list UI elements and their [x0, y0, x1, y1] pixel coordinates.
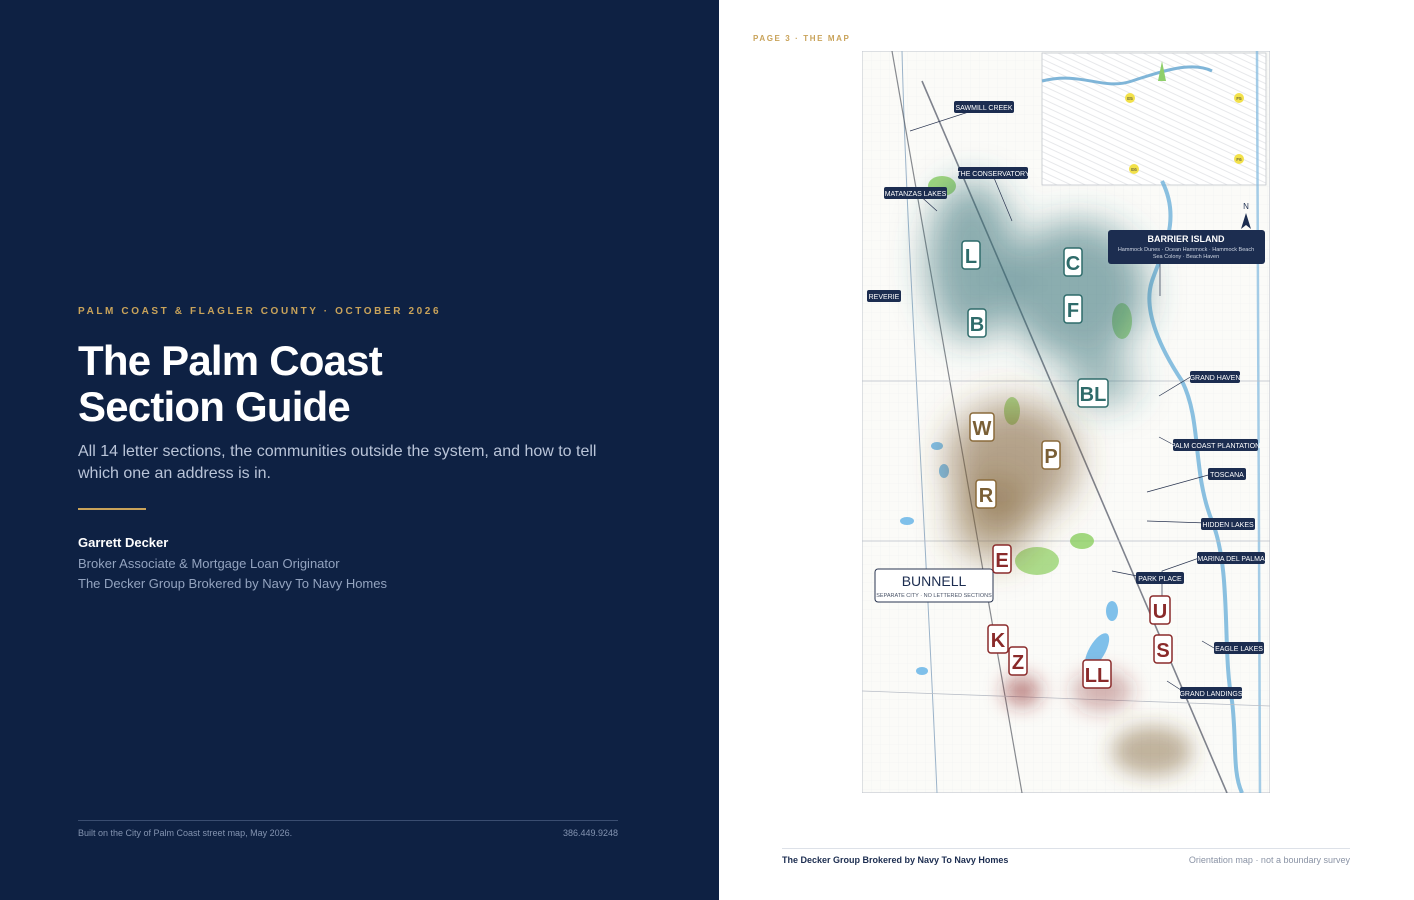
svg-text:F: F	[1067, 300, 1079, 322]
svg-text:U: U	[1153, 601, 1167, 623]
section-badge-l: L	[961, 240, 981, 270]
svg-text:P: P	[1044, 446, 1057, 468]
svg-text:Z: Z	[1012, 652, 1024, 674]
section-badge-b: B	[967, 308, 987, 338]
section-badge-k: K	[987, 624, 1009, 654]
svg-text:E: E	[995, 550, 1008, 572]
label-the-conservatory: THE CONSERVATORY	[956, 171, 1030, 178]
map-footer-disclaimer: Orientation map · not a boundary survey	[1188, 855, 1350, 865]
section-badge-e: E	[992, 544, 1012, 574]
bunnell-title: BUNNELL	[902, 573, 967, 589]
section-badge-u: U	[1149, 595, 1171, 625]
section-map: N SAWMILL CREEK THE CONSERVATORY MATANZA…	[862, 51, 1270, 793]
label-grand-haven: GRAND HAVEN	[1190, 375, 1241, 382]
brochure-spread: PALM COAST & FLAGLER COUNTY · OCTOBER 20…	[0, 0, 1414, 900]
section-badge-c: C	[1063, 247, 1083, 277]
section-badge-w: W	[969, 412, 995, 442]
section-badge-p: P	[1041, 440, 1061, 470]
author-firm: The Decker Group Brokered by Navy To Nav…	[78, 576, 387, 591]
svg-text:LL: LL	[1085, 665, 1109, 687]
title-line-1: The Palm Coast	[78, 337, 383, 384]
barrier-island-callout: BARRIER ISLAND Hammock Dunes · Ocean Ham…	[1108, 230, 1265, 264]
label-grand-landings: GRAND LANDINGS	[1179, 691, 1242, 698]
marker-e6: E6	[1131, 167, 1137, 172]
label-marina-del-palma: MARINA DEL PALMA	[1197, 556, 1265, 563]
bunnell-subtitle: SEPARATE CITY · NO LETTERED SECTIONS	[876, 593, 992, 599]
section-map-svg: N SAWMILL CREEK THE CONSERVATORY MATANZA…	[862, 51, 1270, 793]
page-label: PAGE 3 · THE MAP	[753, 34, 851, 43]
author-name: Garrett Decker	[78, 535, 169, 550]
svg-text:S: S	[1156, 640, 1169, 662]
label-hidden-lakes: HIDDEN LAKES	[1202, 522, 1254, 529]
gold-divider	[78, 508, 146, 510]
label-sawmill-creek: SAWMILL CREEK	[955, 105, 1012, 112]
footer-phone: 386.449.9248	[562, 828, 618, 838]
label-park-place: PARK PLACE	[1138, 576, 1182, 583]
label-reverie: REVERIE	[869, 294, 900, 301]
section-badge-r: R	[975, 479, 997, 509]
marker-e5: E5	[1127, 96, 1133, 101]
section-badge-bl: BL	[1077, 378, 1109, 408]
map-page: PAGE 3 · THE MAP N SAWMILL CREEK THE CON…	[719, 0, 1414, 900]
label-matanzas-lakes: MATANZAS LAKES	[885, 191, 947, 198]
svg-text:B: B	[970, 314, 984, 336]
cover-title: The Palm Coast Section Guide	[78, 337, 383, 430]
author-role: Broker Associate & Mortgage Loan Origina…	[78, 556, 340, 571]
footer-divider	[78, 820, 618, 821]
cover-eyebrow: PALM COAST & FLAGLER COUNTY · OCTOBER 20…	[78, 306, 442, 317]
label-palm-coast-plantation: PALM COAST PLANTATION	[1171, 443, 1260, 450]
map-footer-firm: The Decker Group Brokered by Navy To Nav…	[782, 855, 1009, 865]
marker-f5: F5	[1236, 96, 1242, 101]
compass-label: N	[1243, 202, 1249, 211]
section-badge-ll: LL	[1082, 659, 1112, 689]
map-footer-divider	[782, 848, 1350, 849]
cover-panel: PALM COAST & FLAGLER COUNTY · OCTOBER 20…	[0, 0, 719, 900]
bunnell-callout: BUNNELL SEPARATE CITY · NO LETTERED SECT…	[874, 568, 994, 603]
svg-text:BL: BL	[1080, 384, 1107, 406]
cover-lede: All 14 letter sections, the communities …	[78, 443, 597, 482]
title-line-2: Section Guide	[78, 383, 351, 430]
barrier-island-title: BARRIER ISLAND	[1147, 234, 1225, 244]
barrier-island-line-1: Hammock Dunes · Ocean Hammock · Hammock …	[1118, 247, 1254, 253]
section-badge-z: Z	[1008, 646, 1028, 676]
section-badge-f: F	[1063, 294, 1083, 324]
svg-text:W: W	[973, 418, 992, 440]
svg-text:L: L	[965, 246, 977, 268]
svg-text:R: R	[979, 485, 994, 507]
section-badge-s: S	[1153, 634, 1173, 664]
barrier-island-line-2: Sea Colony · Beach Haven	[1153, 254, 1219, 260]
label-eagle-lakes: EAGLE LAKES	[1215, 646, 1263, 653]
label-toscana: TOSCANA	[1210, 472, 1244, 479]
svg-text:K: K	[991, 630, 1006, 652]
svg-text:C: C	[1066, 253, 1080, 275]
marker-f6: F6	[1236, 157, 1242, 162]
footer-note: Built on the City of Palm Coast street m…	[78, 828, 293, 838]
